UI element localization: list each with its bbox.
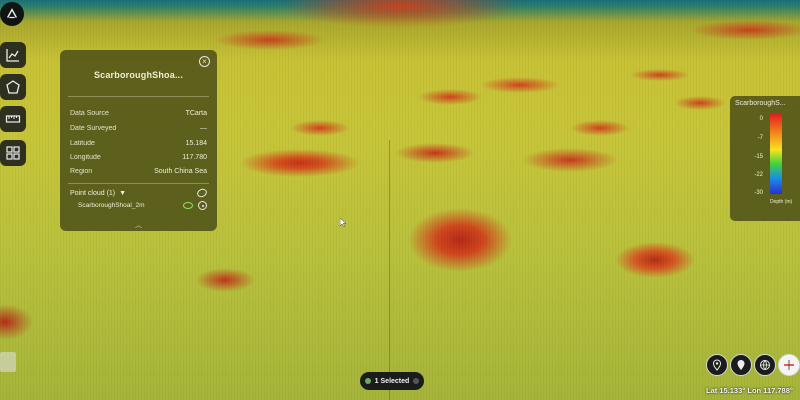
field-value: 15.184 (185, 139, 207, 147)
minimap-icon[interactable] (0, 352, 16, 372)
target-icon[interactable] (198, 200, 207, 210)
close-icon[interactable]: × (199, 56, 210, 67)
field-date-surveyed: Date Surveyed — (70, 122, 207, 134)
legend-title: ScarboroughS... (735, 100, 786, 107)
eye-icon[interactable] (183, 201, 193, 209)
depth-legend: ScarboroughS... 0 -7 -15 -22 -30 Depth (… (730, 96, 800, 221)
layers-icon[interactable] (0, 140, 26, 166)
location-pin-icon[interactable] (706, 354, 728, 376)
legend-unit: Depth (m) (770, 199, 793, 205)
point-cloud-label: Point cloud (1) (70, 189, 116, 197)
shape-icon[interactable] (0, 74, 26, 100)
legend-tick: -30 (754, 190, 763, 196)
divider (68, 183, 209, 184)
app-logo-icon[interactable] (0, 2, 24, 26)
selection-dot-icon (364, 378, 371, 384)
panel-title: ScarboroughShoa... (93, 70, 184, 80)
info-panel: × ScarboroughShoa... Data Source TCarta … (60, 50, 217, 231)
field-key: Longitude (70, 153, 101, 161)
field-region: Region South China Sea (70, 165, 207, 177)
compass-icon[interactable] (778, 354, 800, 376)
legend-color-bar (770, 114, 782, 194)
point-cloud-item-name: ScarboroughShoal_2m (78, 201, 145, 209)
legend-tick: -7 (757, 135, 763, 141)
field-value: — (200, 124, 207, 132)
marker-icon[interactable] (730, 354, 752, 376)
divider (68, 96, 209, 97)
selection-status-button[interactable]: 1 Selected (360, 372, 424, 390)
globe-icon[interactable] (754, 354, 776, 376)
clear-selection-icon[interactable] (413, 378, 420, 384)
chart-icon[interactable] (0, 42, 26, 68)
collapse-icon[interactable]: ︿ (60, 220, 217, 230)
field-value: 117.780 (182, 153, 207, 161)
point-cloud-header[interactable]: Point cloud (1) ▼ (70, 187, 209, 199)
field-key: Latitude (70, 139, 95, 147)
mouse-cursor-icon (340, 218, 346, 227)
field-value: South China Sea (154, 167, 207, 175)
crosshair-line (389, 140, 390, 400)
field-value: TCarta (185, 109, 207, 117)
field-latitude: Latitude 15.184 (70, 137, 207, 149)
legend-tick: -22 (754, 172, 763, 178)
cursor-coordinates: Lat 15.133° Lon 117.788° (706, 386, 793, 395)
field-longitude: Longitude 117.780 (70, 151, 207, 163)
legend-tick: 0 (759, 116, 763, 122)
list-item[interactable]: ScarboroughShoal_2m (78, 199, 207, 211)
field-key: Region (70, 167, 93, 175)
field-key: Data Source (70, 109, 109, 117)
selection-label: 1 Selected (374, 377, 410, 385)
legend-tick: -15 (754, 154, 763, 160)
chevron-down-icon[interactable]: ▼ (119, 190, 126, 197)
field-key: Date Surveyed (70, 124, 117, 132)
visibility-icon[interactable] (195, 187, 209, 199)
field-data-source: Data Source TCarta (70, 107, 207, 119)
ruler-icon[interactable] (0, 106, 26, 132)
